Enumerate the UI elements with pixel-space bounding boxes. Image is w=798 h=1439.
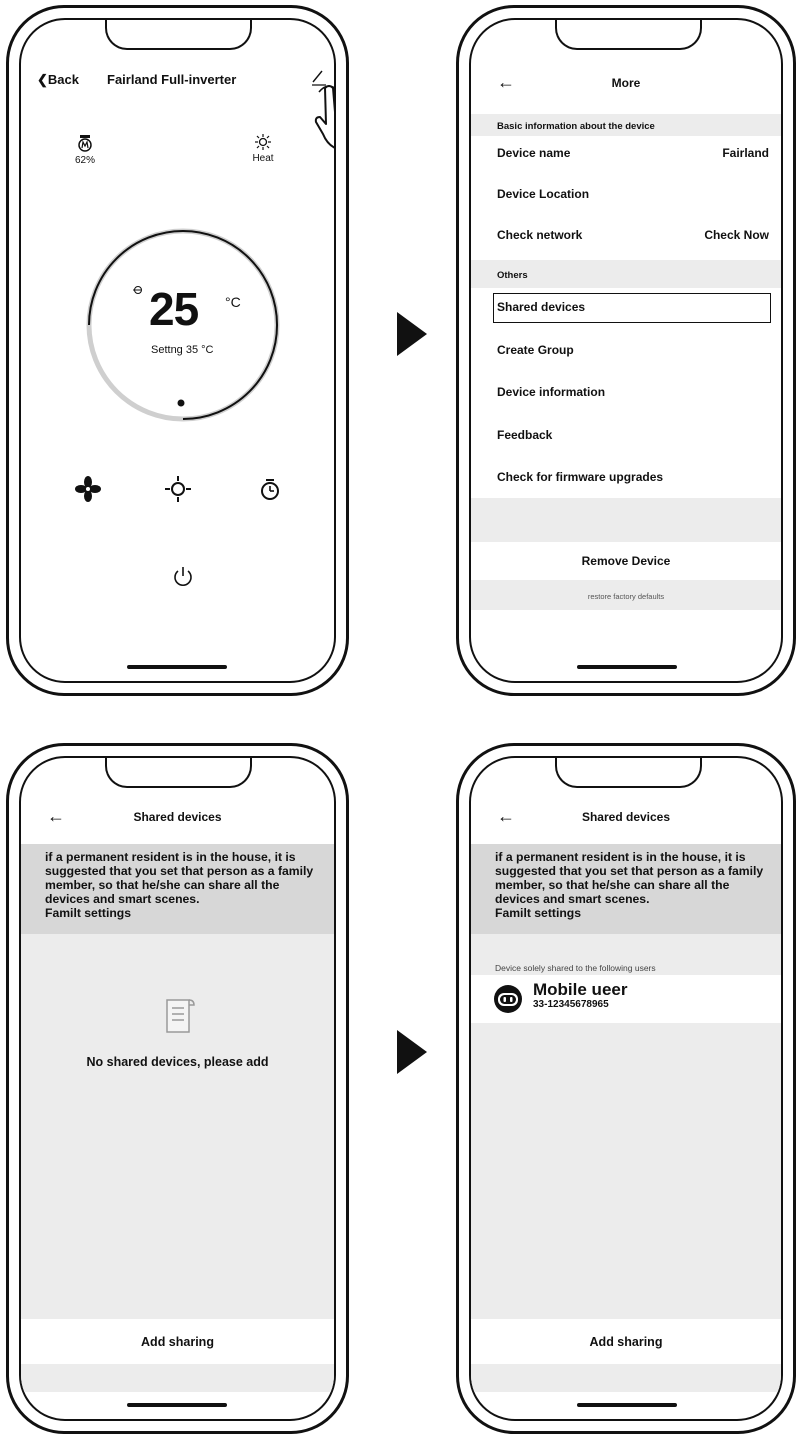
phone-notch: [555, 20, 702, 50]
home-indicator[interactable]: [127, 665, 227, 669]
home-indicator[interactable]: [127, 1403, 227, 1407]
phone-screen: ← Shared devices if a permanent resident…: [19, 756, 336, 1421]
firmware-row[interactable]: Check for firmware upgrades: [497, 470, 663, 484]
home-indicator[interactable]: [577, 1403, 677, 1407]
restore-defaults-link[interactable]: restore factory defaults: [471, 592, 781, 601]
temperature-unit: °C: [225, 294, 241, 310]
info-text: if a permanent resident is in the house,…: [45, 850, 314, 906]
robot-avatar-icon: [494, 985, 522, 1013]
info-block: if a permanent resident is in the house,…: [45, 850, 325, 920]
flow-arrow-icon: [397, 1030, 427, 1074]
phone-shared-user: ← Shared devices if a permanent resident…: [456, 743, 796, 1434]
chevron-left-icon: ❮: [37, 72, 48, 87]
page-title: Fairland Full-inverter: [107, 72, 237, 87]
info-block: if a permanent resident is in the house,…: [495, 850, 775, 920]
page-title: More: [611, 76, 641, 90]
device-name-value[interactable]: Fairland: [722, 146, 769, 160]
timer-icon[interactable]: [257, 476, 283, 502]
flow-arrow-icon: [397, 312, 427, 356]
section-basic-label: Basic information about the device: [497, 121, 655, 132]
check-now-button[interactable]: Check Now: [704, 228, 769, 242]
heat-icon[interactable]: [165, 476, 191, 502]
bottom-band: [21, 1364, 334, 1392]
speed-value: 62%: [74, 155, 95, 166]
speed-icon: [78, 135, 92, 152]
add-sharing-button[interactable]: Add sharing: [21, 1335, 334, 1349]
section-others-label: Others: [497, 270, 528, 281]
user-id: 33-12345678965: [533, 999, 609, 1010]
sun-icon: [255, 134, 271, 150]
phone-shared-empty: ← Shared devices if a permanent resident…: [6, 743, 349, 1434]
family-settings-link[interactable]: Familt settings: [495, 906, 581, 920]
power-icon[interactable]: [170, 564, 196, 590]
bottom-band: [471, 1364, 781, 1392]
document-icon: [166, 999, 195, 1033]
device-information-row[interactable]: Device information: [497, 385, 605, 399]
add-sharing-button[interactable]: Add sharing: [471, 1335, 781, 1349]
info-text: if a permanent resident is in the house,…: [495, 850, 764, 906]
heat-mode[interactable]: Heat: [243, 134, 283, 164]
phone-screen: ← More Basic information about the devic…: [469, 18, 783, 683]
spacer-band: [471, 498, 781, 542]
current-temperature: 25: [149, 283, 199, 335]
phone-device-control: ❮Back Fairland Full-inverter 62% Heat 25…: [6, 5, 349, 696]
phone-notch: [105, 20, 252, 50]
target-icon: [133, 286, 142, 294]
fan-icon[interactable]: [75, 476, 101, 502]
heat-label: Heat: [252, 153, 274, 164]
page-title: Shared devices: [133, 810, 222, 824]
check-network-label[interactable]: Check network: [497, 228, 582, 242]
shared-users-label: Device solely shared to the following us…: [495, 963, 656, 973]
user-name: Mobile ueer: [533, 980, 628, 999]
phone-notch: [105, 758, 252, 788]
device-name-label[interactable]: Device name: [497, 146, 570, 160]
empty-state-text: No shared devices, please add: [86, 1055, 269, 1069]
phone-notch: [555, 758, 702, 788]
feedback-row[interactable]: Feedback: [497, 428, 552, 442]
back-button[interactable]: ❮Back: [37, 72, 79, 88]
device-location-row[interactable]: Device Location: [497, 187, 589, 201]
phone-screen: ← Shared devices if a permanent resident…: [469, 756, 783, 1421]
content-area: [21, 934, 334, 1319]
phone-screen: ❮Back Fairland Full-inverter 62% Heat 25…: [19, 18, 336, 683]
setting-temperature: Settng 35 °C: [151, 344, 214, 356]
create-group-row[interactable]: Create Group: [497, 343, 574, 357]
tap-hand-icon: [314, 85, 334, 149]
page-title: Shared devices: [581, 810, 671, 824]
family-settings-link[interactable]: Familt settings: [45, 906, 131, 920]
home-indicator[interactable]: [577, 665, 677, 669]
remove-device-button[interactable]: Remove Device: [471, 554, 781, 568]
speed-mode[interactable]: 62%: [67, 134, 103, 166]
back-label: Back: [47, 72, 79, 87]
shared-devices-row[interactable]: Shared devices: [497, 300, 585, 314]
phone-more-settings: ← More Basic information about the devic…: [456, 5, 796, 696]
